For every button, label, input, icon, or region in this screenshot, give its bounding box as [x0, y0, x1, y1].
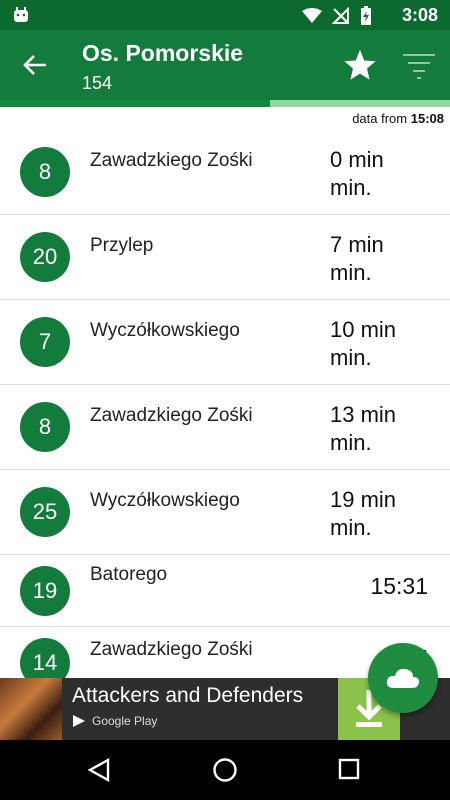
eta-unit: min.: [330, 345, 372, 370]
departures-list[interactable]: 8 Zawadzkiego Zośki 0 min min. 20 Przyle…: [0, 130, 450, 678]
eta: 19 min min.: [330, 486, 440, 542]
data-from-label: data from 15:08: [352, 111, 444, 126]
destination: Zawadzkiego Zośki: [90, 639, 253, 660]
system-nav-bar: [0, 740, 450, 800]
nav-home-icon[interactable]: [212, 757, 238, 783]
data-from-time: 15:08: [410, 111, 444, 126]
line-badge: 14: [20, 638, 70, 678]
departure-row[interactable]: 25 Wyczółkowskiego 19 min min.: [0, 470, 450, 555]
back-arrow-icon[interactable]: [22, 52, 48, 78]
eta-minutes: 0 min: [330, 147, 384, 172]
ad-title[interactable]: Attackers and Defenders: [72, 684, 303, 708]
filter-icon[interactable]: [402, 52, 436, 80]
ad-image[interactable]: [0, 678, 62, 740]
line-badge: 25: [20, 487, 70, 537]
eta-minutes: 19 min: [330, 487, 397, 512]
nav-recent-apps-icon[interactable]: [338, 758, 360, 780]
line-badge: 7: [20, 317, 70, 367]
eta: 10 min min.: [330, 316, 440, 372]
departure-row[interactable]: 8 Zawadzkiego Zośki 13 min min.: [0, 385, 450, 470]
destination: Batorego: [90, 564, 168, 585]
line-badge: 8: [20, 147, 70, 197]
stop-title: Os. Pomorskie: [82, 40, 244, 66]
eta: 13 min min.: [330, 401, 440, 457]
departure-row[interactable]: 19 Batorego 15:31: [0, 555, 450, 627]
no-signal-icon: [332, 7, 349, 24]
app-bar: Os. Pomorskie 154: [0, 30, 450, 100]
cloud-icon: [386, 668, 420, 688]
refresh-fab[interactable]: [368, 643, 438, 713]
data-from-prefix: data from: [352, 111, 408, 126]
stop-subtitle: 154: [82, 73, 113, 93]
destination: Wyczółkowskiego: [90, 490, 240, 511]
line-badge: 19: [20, 566, 70, 616]
line-badge: 8: [20, 402, 70, 452]
android-icon: [14, 7, 28, 22]
destination: Wyczółkowskiego: [90, 320, 240, 341]
nav-back-icon[interactable]: [88, 758, 110, 782]
eta-minutes: 10 min: [330, 317, 397, 342]
eta: 7 min min.: [330, 231, 440, 287]
star-icon[interactable]: [343, 48, 377, 82]
play-store-icon: [73, 715, 85, 727]
eta-unit: min.: [330, 175, 372, 200]
eta-unit: min.: [330, 515, 372, 540]
eta-minutes: 7 min: [330, 232, 384, 257]
departure-row[interactable]: 20 Przylep 7 min min.: [0, 215, 450, 300]
battery-charging-icon: [361, 6, 371, 25]
destination: Zawadzkiego Zośki: [90, 150, 253, 171]
eta-minutes: 13 min: [330, 402, 397, 427]
ad-store: Google Play: [72, 714, 157, 728]
refresh-progress-bar: [0, 100, 450, 107]
status-time: 3:08: [401, 5, 438, 25]
line-badge: 20: [20, 232, 70, 282]
eta: 0 min min.: [330, 146, 440, 202]
departure-row[interactable]: 8 Zawadzkiego Zośki 0 min min.: [0, 130, 450, 215]
departure-time: 15:31: [370, 573, 428, 599]
progress-fill: [0, 100, 270, 107]
status-bar: 3:08: [0, 0, 450, 30]
ad-store-label: Google Play: [92, 714, 158, 728]
eta-unit: min.: [330, 260, 372, 285]
destination: Zawadzkiego Zośki: [90, 405, 253, 426]
destination: Przylep: [90, 235, 154, 256]
wifi-icon: [302, 8, 322, 23]
departure-row[interactable]: 7 Wyczółkowskiego 10 min min.: [0, 300, 450, 385]
eta-unit: min.: [330, 430, 372, 455]
